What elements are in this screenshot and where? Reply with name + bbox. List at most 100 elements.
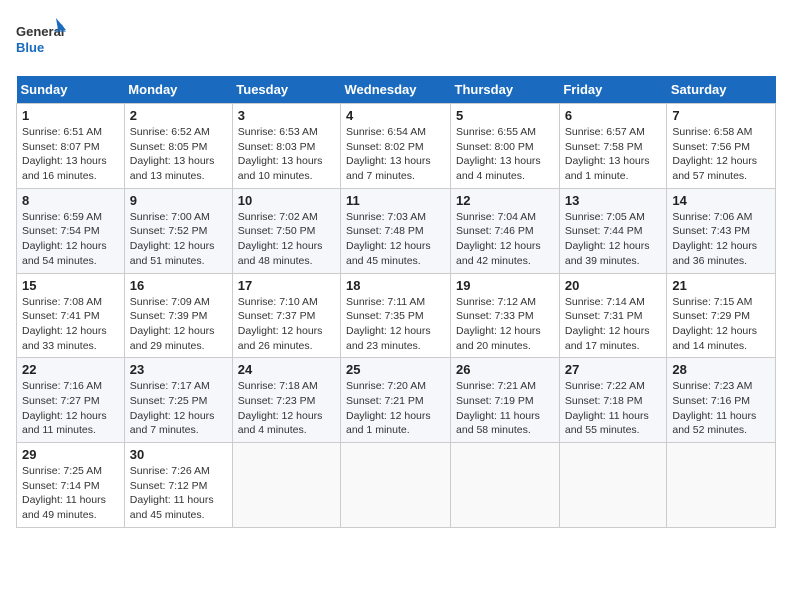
day-cell: 13Sunrise: 7:05 AM Sunset: 7:44 PM Dayli…: [559, 188, 667, 273]
logo: General Blue: [16, 16, 66, 64]
week-row-4: 22 Sunrise: 7:16 AM Sunset: 7:27 PM Dayli…: [17, 358, 776, 443]
day-cell: [232, 443, 340, 528]
day-number: 17: [238, 278, 335, 293]
day-info: Sunrise: 7:21 AM Sunset: 7:19 PM Dayligh…: [456, 379, 554, 438]
day-cell: 17 Sunrise: 7:10 AM Sunset: 7:37 PM Dayli…: [232, 273, 340, 358]
day-number: 5: [456, 108, 554, 123]
day-info: Sunrise: 7:03 AM Sunset: 7:48 PM Dayligh…: [346, 210, 445, 269]
day-number: 16: [130, 278, 227, 293]
day-info: Sunrise: 6:54 AM Sunset: 8:02 PM Dayligh…: [346, 125, 445, 184]
day-info: Sunrise: 7:08 AM Sunset: 7:41 PM Dayligh…: [22, 295, 119, 354]
day-number: 10: [238, 193, 335, 208]
day-number: 20: [565, 278, 662, 293]
day-number: 11: [346, 193, 445, 208]
day-cell: 2 Sunrise: 6:52 AM Sunset: 8:05 PM Daylig…: [124, 104, 232, 189]
day-info: Sunrise: 6:59 AM Sunset: 7:54 PM Dayligh…: [22, 210, 119, 269]
day-cell: 12 Sunrise: 7:04 AM Sunset: 7:46 PM Dayli…: [451, 188, 560, 273]
calendar-table: SundayMondayTuesdayWednesdayThursdayFrid…: [16, 76, 776, 528]
day-cell: 16Sunrise: 7:09 AM Sunset: 7:39 PM Dayli…: [124, 273, 232, 358]
day-cell: 29Sunrise: 7:25 AM Sunset: 7:14 PM Dayli…: [17, 443, 125, 528]
day-number: 3: [238, 108, 335, 123]
day-cell: 27 Sunrise: 7:22 AM Sunset: 7:18 PM Dayli…: [559, 358, 667, 443]
day-info: Sunrise: 7:10 AM Sunset: 7:37 PM Dayligh…: [238, 295, 335, 354]
day-info: Sunrise: 6:52 AM Sunset: 8:05 PM Dayligh…: [130, 125, 227, 184]
day-info: Sunrise: 7:25 AM Sunset: 7:14 PM Dayligh…: [22, 464, 119, 523]
day-cell: [341, 443, 451, 528]
day-cell: 11 Sunrise: 7:03 AM Sunset: 7:48 PM Dayli…: [341, 188, 451, 273]
day-cell: 30 Sunrise: 7:26 AM Sunset: 7:12 PM Dayli…: [124, 443, 232, 528]
day-number: 24: [238, 362, 335, 377]
day-number: 8: [22, 193, 119, 208]
day-cell: 25Sunrise: 7:20 AM Sunset: 7:21 PM Dayli…: [341, 358, 451, 443]
day-cell: 10 Sunrise: 7:02 AM Sunset: 7:50 PM Dayli…: [232, 188, 340, 273]
col-header-tuesday: Tuesday: [232, 76, 340, 104]
col-header-monday: Monday: [124, 76, 232, 104]
day-info: Sunrise: 7:16 AM Sunset: 7:27 PM Dayligh…: [22, 379, 119, 438]
day-cell: 26Sunrise: 7:21 AM Sunset: 7:19 PM Dayli…: [451, 358, 560, 443]
day-number: 9: [130, 193, 227, 208]
day-info: Sunrise: 7:14 AM Sunset: 7:31 PM Dayligh…: [565, 295, 662, 354]
day-number: 30: [130, 447, 227, 462]
day-cell: 28 Sunrise: 7:23 AM Sunset: 7:16 PM Dayli…: [667, 358, 776, 443]
day-info: Sunrise: 7:04 AM Sunset: 7:46 PM Dayligh…: [456, 210, 554, 269]
day-cell: 7 Sunrise: 6:58 AM Sunset: 7:56 PM Daylig…: [667, 104, 776, 189]
day-cell: 1 Sunrise: 6:51 AM Sunset: 8:07 PM Daylig…: [17, 104, 125, 189]
day-cell: [667, 443, 776, 528]
day-info: Sunrise: 7:23 AM Sunset: 7:16 PM Dayligh…: [672, 379, 770, 438]
day-cell: 6Sunrise: 6:57 AM Sunset: 7:58 PM Daylig…: [559, 104, 667, 189]
day-number: 4: [346, 108, 445, 123]
day-number: 12: [456, 193, 554, 208]
day-cell: 5 Sunrise: 6:55 AM Sunset: 8:00 PM Daylig…: [451, 104, 560, 189]
day-number: 1: [22, 108, 119, 123]
day-cell: 8 Sunrise: 6:59 AM Sunset: 7:54 PM Daylig…: [17, 188, 125, 273]
day-info: Sunrise: 7:02 AM Sunset: 7:50 PM Dayligh…: [238, 210, 335, 269]
day-info: Sunrise: 7:22 AM Sunset: 7:18 PM Dayligh…: [565, 379, 662, 438]
day-cell: 14Sunrise: 7:06 AM Sunset: 7:43 PM Dayli…: [667, 188, 776, 273]
week-row-1: 1 Sunrise: 6:51 AM Sunset: 8:07 PM Daylig…: [17, 104, 776, 189]
day-cell: 20 Sunrise: 7:14 AM Sunset: 7:31 PM Dayli…: [559, 273, 667, 358]
day-number: 18: [346, 278, 445, 293]
day-info: Sunrise: 7:26 AM Sunset: 7:12 PM Dayligh…: [130, 464, 227, 523]
day-cell: 18 Sunrise: 7:11 AM Sunset: 7:35 PM Dayli…: [341, 273, 451, 358]
day-info: Sunrise: 7:11 AM Sunset: 7:35 PM Dayligh…: [346, 295, 445, 354]
logo-svg: General Blue: [16, 16, 66, 64]
day-cell: 22 Sunrise: 7:16 AM Sunset: 7:27 PM Dayli…: [17, 358, 125, 443]
day-cell: 23Sunrise: 7:17 AM Sunset: 7:25 PM Dayli…: [124, 358, 232, 443]
day-info: Sunrise: 6:53 AM Sunset: 8:03 PM Dayligh…: [238, 125, 335, 184]
day-number: 27: [565, 362, 662, 377]
col-header-saturday: Saturday: [667, 76, 776, 104]
col-header-friday: Friday: [559, 76, 667, 104]
day-number: 22: [22, 362, 119, 377]
week-row-2: 8 Sunrise: 6:59 AM Sunset: 7:54 PM Daylig…: [17, 188, 776, 273]
day-info: Sunrise: 7:00 AM Sunset: 7:52 PM Dayligh…: [130, 210, 227, 269]
day-number: 19: [456, 278, 554, 293]
week-row-5: 29Sunrise: 7:25 AM Sunset: 7:14 PM Dayli…: [17, 443, 776, 528]
day-info: Sunrise: 6:55 AM Sunset: 8:00 PM Dayligh…: [456, 125, 554, 184]
day-number: 2: [130, 108, 227, 123]
day-info: Sunrise: 6:51 AM Sunset: 8:07 PM Dayligh…: [22, 125, 119, 184]
day-cell: 15 Sunrise: 7:08 AM Sunset: 7:41 PM Dayli…: [17, 273, 125, 358]
day-number: 13: [565, 193, 662, 208]
week-row-3: 15 Sunrise: 7:08 AM Sunset: 7:41 PM Dayli…: [17, 273, 776, 358]
day-info: Sunrise: 7:15 AM Sunset: 7:29 PM Dayligh…: [672, 295, 770, 354]
day-cell: [559, 443, 667, 528]
day-info: Sunrise: 7:06 AM Sunset: 7:43 PM Dayligh…: [672, 210, 770, 269]
day-number: 15: [22, 278, 119, 293]
day-cell: [451, 443, 560, 528]
day-cell: 4 Sunrise: 6:54 AM Sunset: 8:02 PM Daylig…: [341, 104, 451, 189]
day-number: 7: [672, 108, 770, 123]
col-header-thursday: Thursday: [451, 76, 560, 104]
day-info: Sunrise: 7:18 AM Sunset: 7:23 PM Dayligh…: [238, 379, 335, 438]
day-number: 21: [672, 278, 770, 293]
header-row: SundayMondayTuesdayWednesdayThursdayFrid…: [17, 76, 776, 104]
page-header: General Blue: [16, 16, 776, 64]
day-info: Sunrise: 7:20 AM Sunset: 7:21 PM Dayligh…: [346, 379, 445, 438]
col-header-sunday: Sunday: [17, 76, 125, 104]
svg-text:Blue: Blue: [16, 40, 44, 55]
day-info: Sunrise: 7:12 AM Sunset: 7:33 PM Dayligh…: [456, 295, 554, 354]
day-cell: 9 Sunrise: 7:00 AM Sunset: 7:52 PM Daylig…: [124, 188, 232, 273]
day-number: 6: [565, 108, 662, 123]
day-info: Sunrise: 6:58 AM Sunset: 7:56 PM Dayligh…: [672, 125, 770, 184]
day-number: 28: [672, 362, 770, 377]
calendar-header: SundayMondayTuesdayWednesdayThursdayFrid…: [17, 76, 776, 104]
